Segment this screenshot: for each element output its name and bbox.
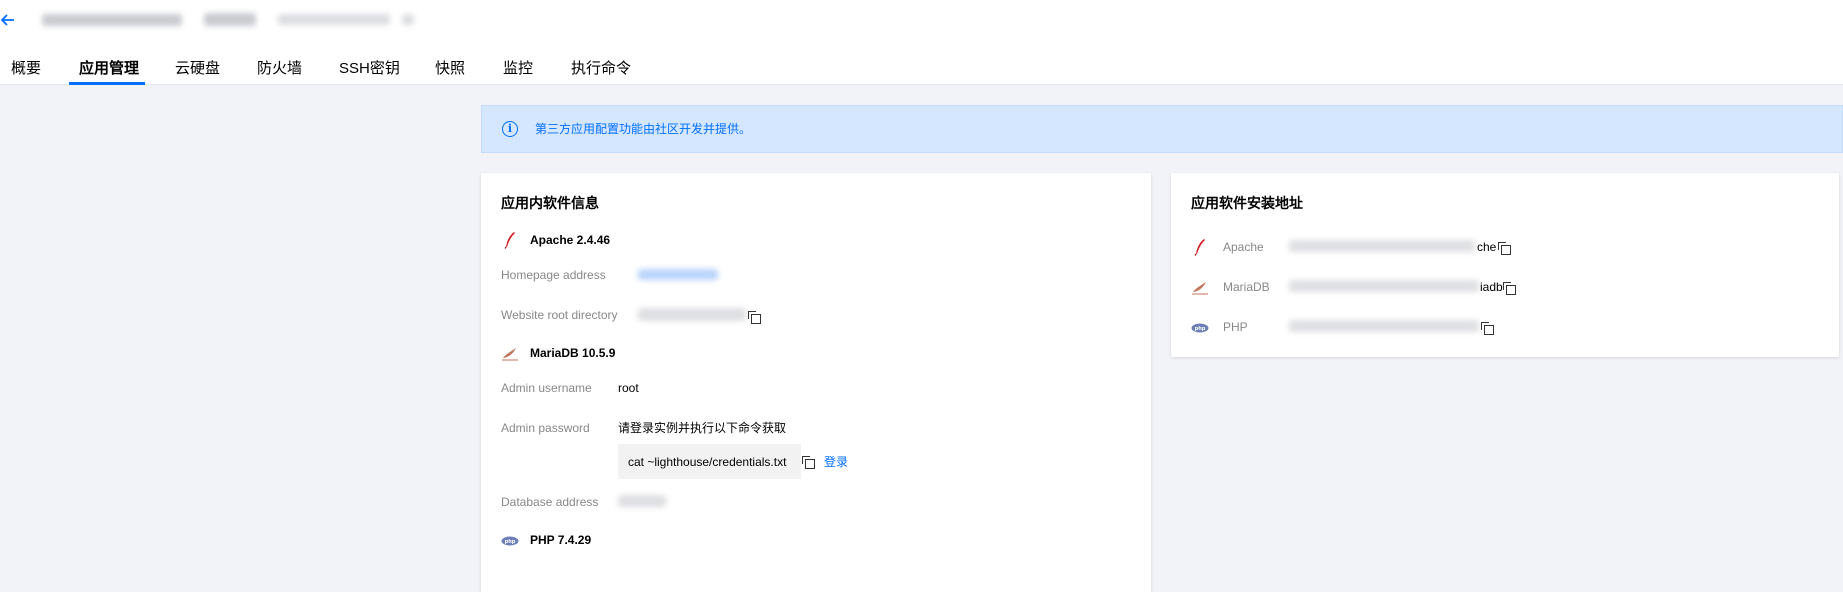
admin-password-hint: 请登录实例并执行以下命令获取	[618, 421, 787, 435]
tab-bar: 概要 应用管理 云硬盘 防火墙 SSH密钥 快照 监控 执行命令	[0, 56, 700, 85]
install-paths-card: 应用软件安装地址 Apache che MariaDB iadb php PHP	[1171, 173, 1839, 357]
apache-path-suffix: che	[1477, 240, 1497, 254]
top-bar: 概要 应用管理 云硬盘 防火墙 SSH密钥 快照 监控 执行命令	[0, 0, 1843, 85]
database-address-label: Database address	[501, 495, 599, 509]
svg-text:php: php	[505, 539, 516, 545]
website-root-label: Website root directory	[501, 308, 618, 322]
admin-username-label: Admin username	[501, 381, 592, 395]
instance-meta-redacted	[278, 14, 390, 25]
tab-app-management[interactable]: 应用管理	[79, 56, 139, 85]
notice-text: 第三方应用配置功能由社区开发并提供。	[535, 122, 752, 136]
arrow-left-icon	[0, 14, 14, 26]
instance-meta-redacted-2	[402, 14, 414, 25]
software-info-card: 应用内软件信息 Apache 2.4.46 Homepage address W…	[481, 173, 1151, 592]
tab-overview[interactable]: 概要	[11, 56, 41, 85]
copy-icon[interactable]	[1498, 242, 1511, 255]
tab-monitoring[interactable]: 监控	[503, 56, 533, 85]
php-path-label: PHP	[1223, 320, 1248, 334]
apache-path-label: Apache	[1223, 240, 1264, 254]
copy-icon[interactable]	[1481, 322, 1494, 335]
mariadb-seal-icon	[1192, 282, 1208, 295]
active-tab-indicator	[69, 82, 145, 85]
copy-icon[interactable]	[1503, 282, 1516, 295]
tab-snapshots[interactable]: 快照	[435, 56, 465, 85]
mariadb-section-header: MariaDB 10.5.9	[501, 344, 801, 362]
instance-name-redacted	[42, 14, 182, 26]
php-logo-icon: php	[1191, 323, 1209, 333]
php-logo-icon: php	[501, 536, 519, 546]
website-root-value-redacted	[638, 308, 746, 321]
admin-username-value: root	[618, 381, 639, 395]
homepage-address-link-redacted[interactable]	[638, 269, 718, 280]
svg-text:php: php	[1195, 326, 1206, 332]
mariadb-version: MariaDB 10.5.9	[530, 346, 616, 360]
apache-path-value-redacted	[1289, 240, 1475, 252]
info-notice-banner: i 第三方应用配置功能由社区开发并提供。	[481, 105, 1843, 153]
back-button[interactable]	[0, 10, 18, 30]
apache-feather-icon	[1194, 239, 1205, 256]
tab-firewall[interactable]: 防火墙	[257, 56, 302, 85]
homepage-address-label: Homepage address	[501, 268, 606, 282]
php-section-header: php PHP 7.4.29	[501, 531, 801, 549]
tab-cloud-disk[interactable]: 云硬盘	[175, 56, 220, 85]
tab-run-command[interactable]: 执行命令	[571, 56, 631, 85]
php-path-value-redacted	[1289, 320, 1479, 332]
admin-password-label: Admin password	[501, 421, 590, 435]
php-version: PHP 7.4.29	[530, 533, 592, 547]
apache-version: Apache 2.4.46	[530, 233, 611, 247]
mariadb-path-value-redacted	[1289, 280, 1479, 292]
software-info-title: 应用内软件信息	[501, 195, 599, 211]
mariadb-path-suffix: iadb	[1480, 280, 1503, 294]
copy-icon[interactable]	[802, 456, 815, 469]
login-link[interactable]: 登录	[824, 454, 848, 470]
install-paths-title: 应用软件安装地址	[1191, 195, 1303, 211]
apache-section-header: Apache 2.4.46	[501, 231, 801, 249]
mariadb-seal-icon	[502, 348, 518, 361]
credentials-command: cat ~lighthouse/credentials.txt	[628, 455, 787, 469]
mariadb-path-label: MariaDB	[1223, 280, 1270, 294]
credentials-command-box: cat ~lighthouse/credentials.txt	[618, 444, 801, 479]
database-address-value-redacted	[618, 495, 666, 507]
tab-ssh-keys[interactable]: SSH密钥	[339, 56, 400, 85]
copy-icon[interactable]	[748, 311, 761, 324]
info-icon: i	[502, 121, 518, 137]
instance-id-redacted	[204, 13, 256, 26]
apache-feather-icon	[504, 232, 515, 249]
